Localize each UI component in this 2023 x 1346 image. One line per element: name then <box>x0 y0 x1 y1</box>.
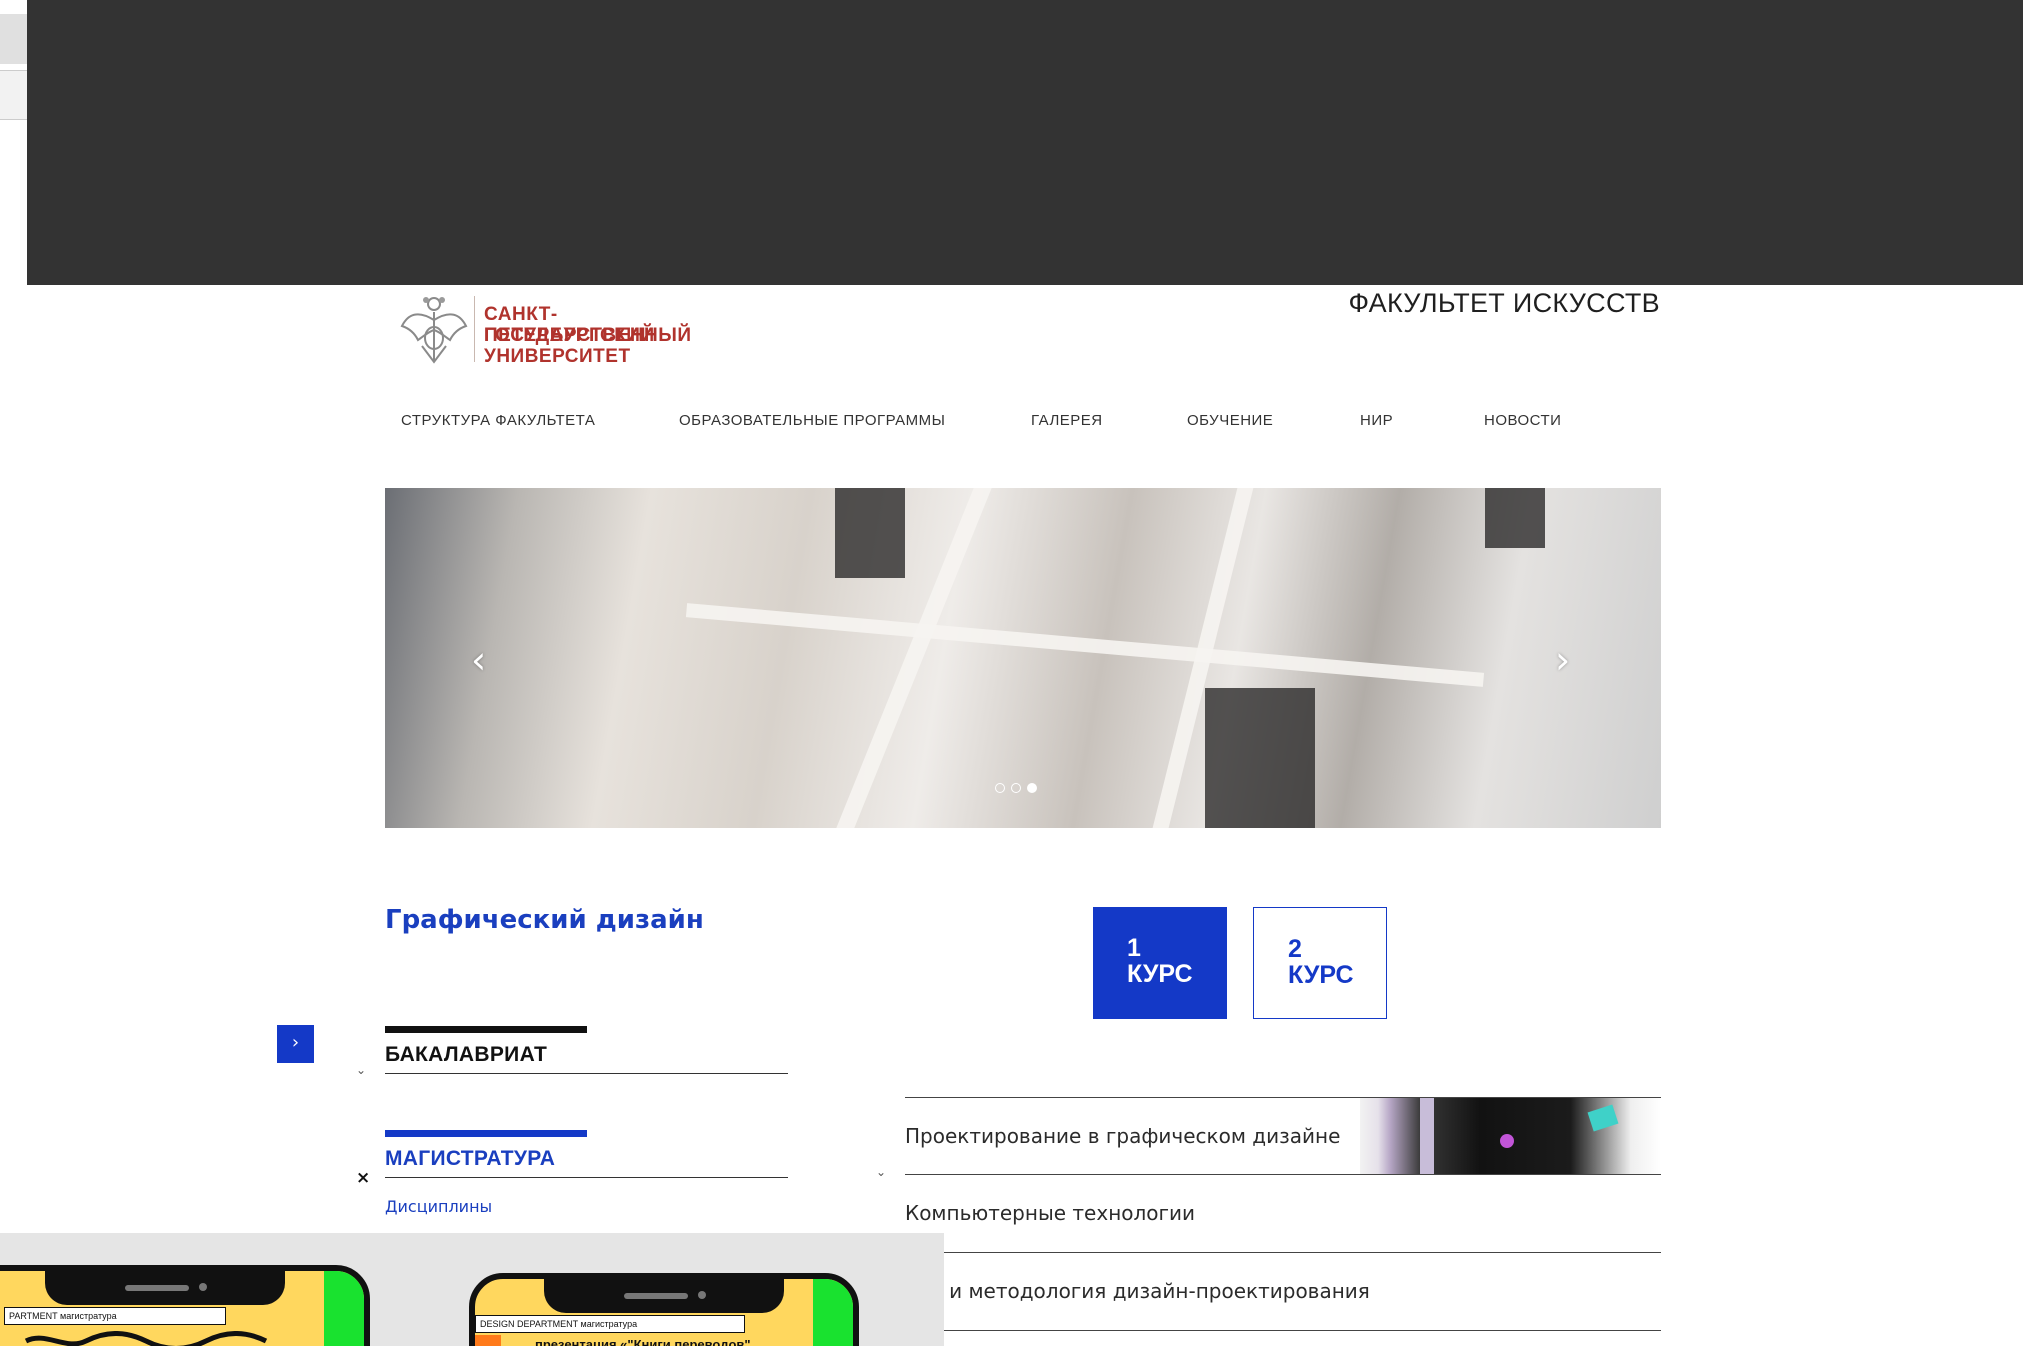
accordion-bachelor[interactable]: БАКАЛАВРИАТ <box>385 1043 547 1067</box>
phone-caption: презентация «"Книги переводов" <box>535 1337 751 1346</box>
logo-text-line-2: ГОСУДАРСТВЕННЫЙ <box>484 325 692 346</box>
discipline-item[interactable]: Компьютерные технологии <box>905 1175 1661 1253</box>
slider-dot-active[interactable] <box>1027 783 1037 793</box>
logo-text-line-3: УНИВЕРСИТЕТ <box>484 346 631 367</box>
nav-item-education[interactable]: ОБУЧЕНИЕ <box>1187 412 1273 429</box>
hero-slider[interactable]: ‹ › <box>385 488 1661 828</box>
bachelor-indicator-bar <box>385 1026 587 1033</box>
slider-prev-icon[interactable]: ‹ <box>471 638 486 682</box>
close-icon[interactable]: × <box>356 1168 370 1188</box>
hero-photo-shadow <box>1205 688 1315 828</box>
discipline-item[interactable]: рия и методология дизайн-проектирования <box>905 1253 1661 1331</box>
chevron-right-icon: › <box>291 1032 300 1053</box>
course-label: КУРС <box>1288 961 1354 989</box>
bottom-preview-panel: PARTMENT магистратура DESIGN DEPARTMENT … <box>0 1233 944 1346</box>
nav-item-research[interactable]: НИР <box>1360 412 1393 429</box>
eagle-emblem-icon <box>400 297 468 364</box>
hero-photo-frame <box>685 603 1485 687</box>
program-title: Графический дизайн <box>385 905 704 935</box>
accordion-master[interactable]: МАГИСТРАТУРА <box>385 1147 555 1171</box>
nav-item-gallery[interactable]: ГАЛЕРЕЯ <box>1031 412 1103 429</box>
phone-header-bar: PARTMENT магистратура <box>4 1307 226 1325</box>
phone-camera <box>698 1291 706 1299</box>
course-1-button[interactable]: 1 КУРС <box>1093 907 1227 1019</box>
hero-photo-shadow <box>835 488 905 578</box>
master-indicator-bar <box>385 1130 587 1137</box>
course-number: 1 <box>1127 934 1141 962</box>
discipline-label: рия и методология дизайн-проектирования <box>905 1279 1370 1303</box>
discipline-label: Компьютерные технологии <box>905 1201 1196 1225</box>
thumb-spot <box>1587 1104 1619 1132</box>
discipline-thumbnail <box>1360 1098 1661 1174</box>
faculty-title: ФАКУЛЬТЕТ ИСКУССТВ <box>1348 288 1660 318</box>
phone-camera <box>199 1283 207 1291</box>
sliver-panel-bottom <box>0 70 27 120</box>
course-label: КУРС <box>1127 960 1193 988</box>
nav-item-news[interactable]: НОВОСТИ <box>1484 412 1561 429</box>
bachelor-divider <box>385 1073 788 1074</box>
slider-dots <box>995 778 1043 797</box>
phone-side-accent <box>813 1279 853 1346</box>
thumb-strip <box>1420 1098 1434 1174</box>
nav-item-structure[interactable]: СТРУКТУРА ФАКУЛЬТЕТА <box>401 412 595 429</box>
sliver-panel-top <box>0 14 27 64</box>
phone-speaker <box>125 1285 189 1291</box>
phone-orange-accent <box>475 1335 501 1346</box>
discipline-item[interactable]: Проектирование в графическом дизайне <box>905 1097 1661 1175</box>
left-window-sliver <box>0 0 27 285</box>
university-logo[interactable]: САНКТ-ПЕТЕРБУРГСКИЙ ГОСУДАРСТВЕННЫЙ УНИВ… <box>398 290 718 372</box>
squiggle-pattern-icon <box>24 1331 268 1346</box>
phone-mockup[interactable]: PARTMENT магистратура <box>0 1265 370 1346</box>
master-divider <box>385 1177 788 1178</box>
slider-dot[interactable] <box>1011 783 1021 793</box>
logo-divider <box>474 296 475 362</box>
chevron-down-icon[interactable]: ⌄ <box>356 1063 366 1077</box>
discipline-label: Проектирование в графическом дизайне <box>905 1124 1341 1148</box>
top-dark-band <box>27 0 2023 285</box>
course-number: 2 <box>1288 935 1302 963</box>
nav-item-programs[interactable]: ОБРАЗОВАТЕЛЬНЫЕ ПРОГРАММЫ <box>679 412 945 429</box>
thumb-spot <box>1500 1134 1514 1148</box>
chevron-down-icon[interactable]: ⌄ <box>876 1165 886 1179</box>
phone-mockup[interactable]: DESIGN DEPARTMENT магистратура презентац… <box>469 1273 859 1346</box>
phone-side-accent <box>324 1271 364 1346</box>
slider-dot[interactable] <box>995 783 1005 793</box>
phone-header-bar: DESIGN DEPARTMENT магистратура <box>475 1315 745 1333</box>
sidebar-toggle-button[interactable]: › <box>277 1025 314 1063</box>
course-2-button[interactable]: 2 КУРС <box>1253 907 1387 1019</box>
disciplines-link[interactable]: Дисциплины <box>385 1197 492 1216</box>
slider-next-icon[interactable]: › <box>1555 638 1570 682</box>
hero-photo-shadow <box>1485 488 1545 548</box>
phone-speaker <box>624 1293 688 1299</box>
